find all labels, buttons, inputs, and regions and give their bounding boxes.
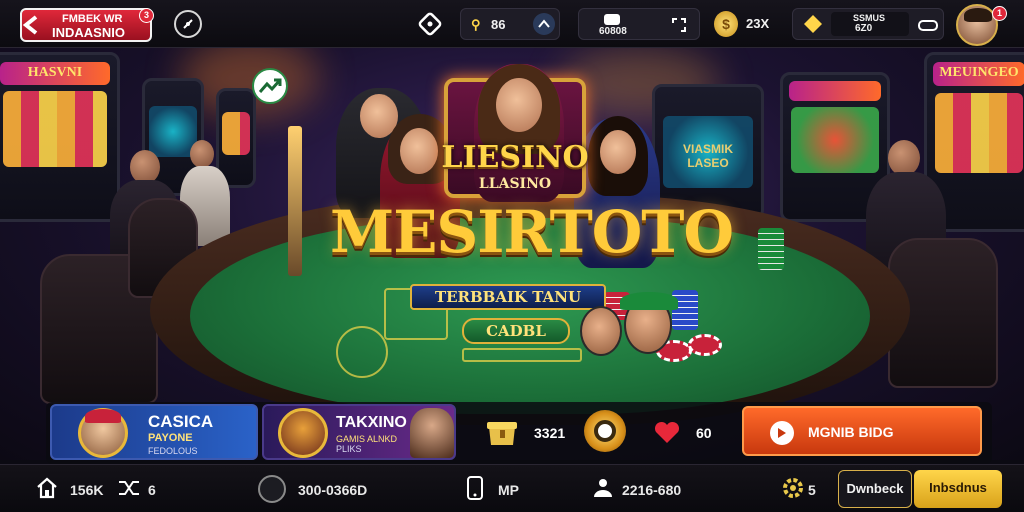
gem-icon: [803, 14, 823, 34]
host-portrait: [410, 408, 454, 458]
card-1-title: CASICA: [148, 412, 214, 431]
wallet-value: 6Z0: [855, 23, 873, 34]
token-value: 300-0366D: [298, 482, 368, 498]
coin-icon: $: [714, 11, 738, 37]
gear-icon[interactable]: [780, 475, 806, 501]
wallet-label: SSMUS: [853, 13, 886, 23]
game-card-casica[interactable]: CASICA PAYONE FEDOLOUS: [50, 404, 258, 460]
player-avatar: [620, 292, 678, 354]
torch: [288, 126, 302, 276]
heart-value: 60: [696, 425, 712, 441]
gear-value: 5: [808, 482, 816, 498]
trend-icon: [252, 68, 288, 104]
treasure-value: 3321: [534, 425, 566, 441]
users-value: 2216-680: [622, 482, 682, 498]
home-value: 156K: [70, 482, 104, 498]
game-title: MESIRTOTO: [330, 198, 734, 266]
card-2-caption: PLIKS: [336, 444, 362, 454]
compass-icon[interactable]: [174, 10, 202, 38]
slot-machine-left: HASVNI: [0, 52, 120, 222]
player-avatar: [580, 306, 622, 356]
back-label-top: FMBEK WR: [62, 13, 123, 25]
center-pill-label: 60808: [599, 26, 627, 37]
back-arrow-icon: [22, 15, 38, 35]
notification-badge: 3: [139, 8, 154, 23]
play-button[interactable]: MGNIB BIDG: [742, 406, 982, 456]
patron-head: [130, 150, 160, 184]
card-1-caption: FEDOLOUS: [148, 446, 198, 456]
back-label-bottom: INDAASNIO: [52, 25, 125, 40]
users-icon[interactable]: [590, 475, 616, 501]
expand-icon: [669, 15, 689, 35]
score-pill[interactable]: ⚲ 86: [460, 8, 560, 40]
trophy-icon: ⚲: [471, 17, 481, 32]
treasure-icon[interactable]: [482, 412, 522, 452]
token-icon[interactable]: [258, 475, 286, 503]
phone-icon[interactable]: [464, 474, 486, 502]
crosshair-icon[interactable]: [416, 10, 444, 38]
shuffle-value: 6: [148, 482, 156, 498]
controller-icon: [917, 15, 939, 35]
tagline-banner: TERBBAIK TANU: [410, 284, 606, 310]
wallet-field: SSMUS 6Z0: [831, 12, 909, 36]
bottom-bar: 156K 6 300-0366D MP 2216-680 5 Dwnbeck I…: [0, 464, 1024, 512]
card-1-subtitle: PAYONE: [148, 432, 193, 444]
card-2-title: TAKXINO: [336, 414, 407, 431]
coins-value: 23X: [746, 16, 770, 31]
felt-marking: [336, 326, 388, 378]
profile-badge: 1: [992, 6, 1007, 21]
patron-head: [190, 140, 214, 168]
switch-icon: [533, 13, 555, 35]
device-value: MP: [498, 482, 519, 498]
center-pill[interactable]: 60808: [578, 8, 700, 40]
wallet-pill[interactable]: SSMUS 6Z0: [792, 8, 944, 40]
chip-stack: [758, 228, 784, 270]
shuffle-icon[interactable]: [116, 476, 142, 500]
dealer-portrait: [78, 408, 128, 458]
card-2-subtitle: GAMIS ALNKD: [336, 434, 398, 444]
score-value: 86: [491, 17, 506, 32]
patron-head: [888, 140, 920, 176]
game-card-takxino[interactable]: TAKXINO GAMIS ALNKD PLIKS: [262, 404, 456, 460]
primary-button[interactable]: Inbsdnus: [914, 470, 1002, 508]
table-plaque: CADBL: [462, 318, 570, 344]
poker-chip: [688, 334, 722, 356]
secondary-button[interactable]: Dwnbeck: [838, 470, 912, 508]
top-bar: FMBEK WR INDAASNIO 3 ⚲ 86 60808 $ 23X SS…: [0, 0, 1024, 48]
play-button-label: MGNIB BIDG: [808, 424, 894, 440]
chest-icon: [601, 12, 623, 26]
frame-subtitle: LLASINO: [478, 176, 552, 192]
felt-marking: [462, 348, 582, 362]
chip-stack: [672, 290, 698, 330]
play-icon: [770, 421, 794, 445]
frame-title: LIESINO: [441, 140, 589, 175]
game-portrait: [278, 408, 328, 458]
wheel-icon[interactable]: [584, 410, 626, 452]
back-button[interactable]: FMBEK WR INDAASNIO: [20, 8, 152, 42]
home-icon[interactable]: [34, 475, 60, 501]
heart-icon[interactable]: [652, 420, 682, 446]
